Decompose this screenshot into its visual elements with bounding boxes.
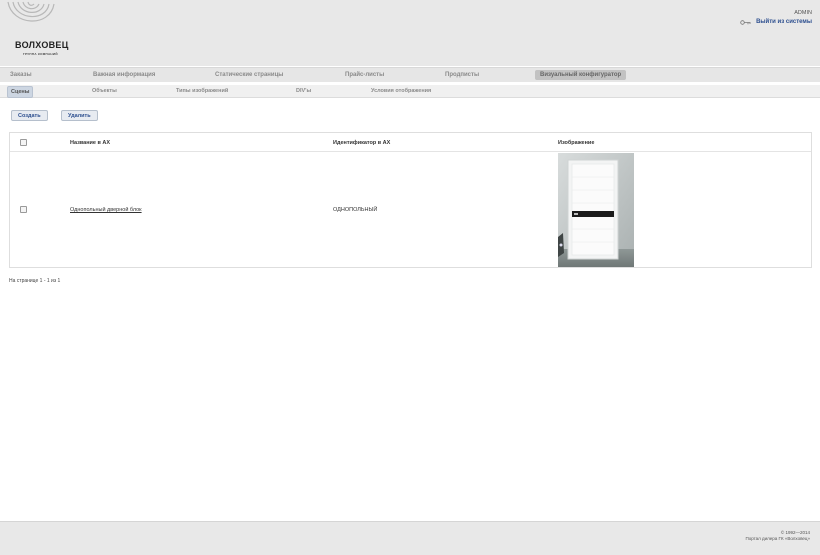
portal-name: Портал дилера ГК «Волховец» bbox=[745, 536, 810, 541]
column-header-image[interactable]: Изображение bbox=[558, 140, 594, 146]
scene-name-link[interactable]: Однопольный дверной блок bbox=[70, 207, 142, 213]
key-icon bbox=[740, 19, 751, 25]
nav-item-important-info[interactable]: Важная информация bbox=[93, 72, 155, 78]
subnav-item-display-conditions[interactable]: Условия отображения bbox=[371, 88, 431, 94]
footer: © 1992—2014 Портал дилера ГК «Волховец» bbox=[0, 521, 820, 555]
nav-item-price-lists[interactable]: Прайс-листы bbox=[345, 72, 384, 78]
logout-link[interactable]: Выйти из системы bbox=[756, 19, 812, 25]
row-checkbox[interactable] bbox=[20, 206, 27, 213]
nav-item-static-pages[interactable]: Статические страницы bbox=[215, 72, 283, 78]
subnav-item-divs[interactable]: DIV'ы bbox=[296, 88, 311, 94]
table-header: Название в АХ Идентификатор в АХ Изображ… bbox=[10, 133, 811, 152]
subnav-item-scenes[interactable]: Сцены bbox=[7, 86, 34, 98]
logout-row: Выйти из системы bbox=[740, 19, 812, 25]
header: ВОЛХОВЕЦ ГРУППА КОМПАНИЙ ADMIN Выйти из … bbox=[0, 0, 820, 66]
scenes-table: Название в АХ Идентификатор в АХ Изображ… bbox=[9, 132, 812, 268]
nav-item-visual-configurator[interactable]: Визуальный конфигуратор bbox=[535, 70, 627, 80]
create-button[interactable]: Создать bbox=[11, 110, 48, 121]
column-header-name[interactable]: Название в АХ bbox=[70, 140, 110, 146]
door-image bbox=[558, 153, 634, 267]
nav-item-orders[interactable]: Заказы bbox=[10, 72, 32, 78]
logo-rings-icon bbox=[7, 1, 55, 22]
subnav-item-objects[interactable]: Объекты bbox=[92, 88, 117, 94]
pager-info: На странице 1 - 1 из 1 bbox=[9, 278, 61, 284]
nav-item-prodlists[interactable]: Продписты bbox=[445, 72, 479, 78]
user-name: ADMIN bbox=[794, 10, 812, 16]
column-header-identifier[interactable]: Идентификатор в АХ bbox=[333, 140, 390, 146]
select-all-checkbox[interactable] bbox=[20, 139, 27, 146]
footer-copyright: © 1992—2014 Портал дилера ГК «Волховец» bbox=[745, 530, 810, 542]
primary-nav: Заказы Важная информация Статические стр… bbox=[0, 67, 820, 82]
logo-text[interactable]: ВОЛХОВЕЦ bbox=[15, 40, 69, 50]
delete-button[interactable]: Удалить bbox=[61, 110, 98, 121]
secondary-nav: Сцены Объекты Типы изображений DIV'ы Усл… bbox=[0, 85, 820, 98]
scene-identifier: ОДНОПОЛЬНЫЙ bbox=[333, 207, 378, 213]
user-block: ADMIN Выйти из системы bbox=[740, 10, 812, 25]
logo-subtitle: ГРУППА КОМПАНИЙ bbox=[23, 52, 58, 56]
subnav-item-image-types[interactable]: Типы изображений bbox=[176, 88, 228, 94]
